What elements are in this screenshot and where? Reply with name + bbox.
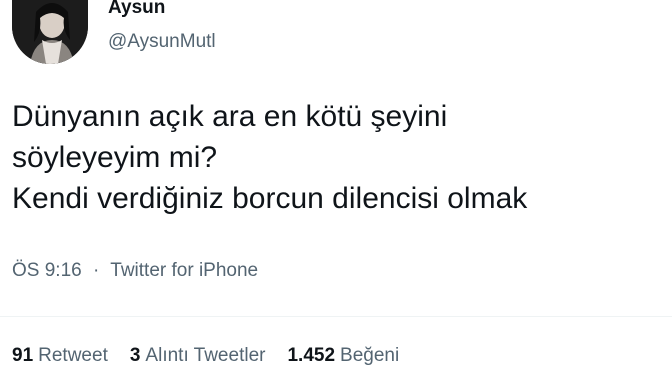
- like-count-value: 1.452: [287, 345, 336, 366]
- tweet-card: Aysun @AysunMutl Dünyanın açık ara en kö…: [0, 0, 672, 378]
- quote-tweet-count-label: Alıntı Tweetler: [145, 345, 266, 366]
- tweet-text: Dünyanın açık ara en kötü şeyini söyleye…: [12, 96, 662, 219]
- meta-separator: ·: [93, 260, 100, 281]
- quote-tweet-count-value: 3: [129, 345, 141, 366]
- profile-photo-icon: [12, 0, 88, 64]
- tweet-timestamp[interactable]: ÖS 9:16: [12, 260, 82, 281]
- tweet-text-line: söyleyeyim mi?: [12, 141, 218, 174]
- tweet-metadata: ÖS 9:16 · Twitter for iPhone: [12, 259, 258, 283]
- tweet-text-line: Dünyanın açık ara en kötü şeyini: [12, 100, 448, 133]
- quote-tweet-count[interactable]: 3 Alıntı Tweetler: [130, 344, 266, 368]
- tweet-text-line: Kendi verdiğiniz borcun dilencisi olmak: [12, 182, 528, 215]
- tweet-source[interactable]: Twitter for iPhone: [110, 260, 258, 281]
- avatar[interactable]: [12, 0, 88, 64]
- retweet-count[interactable]: 91 Retweet: [12, 344, 108, 368]
- divider: [0, 316, 672, 317]
- author-display-name[interactable]: Aysun: [108, 0, 165, 19]
- retweet-count-value: 91: [12, 345, 34, 366]
- author-handle[interactable]: @AysunMutl: [108, 30, 216, 54]
- like-count[interactable]: 1.452 Beğeni: [287, 344, 399, 368]
- engagement-stats: 91 Retweet 3 Alıntı Tweetler 1.452 Beğeni: [12, 344, 399, 368]
- like-count-label: Beğeni: [340, 345, 400, 366]
- retweet-count-label: Retweet: [38, 345, 108, 366]
